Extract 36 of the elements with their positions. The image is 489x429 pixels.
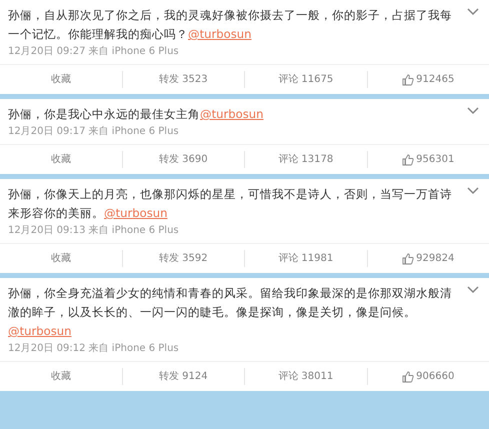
chevron-down-icon[interactable] xyxy=(467,286,479,294)
repost-button[interactable]: 转发 3523 xyxy=(158,72,208,87)
comment-button[interactable]: 评论 11981 xyxy=(278,251,334,266)
mention-link[interactable]: @turbosun xyxy=(8,324,72,338)
chevron-down-icon[interactable] xyxy=(467,187,479,195)
post-meta: 12月20日 09:13 来自 iPhone 6 Plus xyxy=(8,224,180,238)
post-meta: 12月20日 09:17 来自 iPhone 6 Plus xyxy=(8,124,180,139)
post-meta: 12月20日 09:12 来自 iPhone 6 Plus xyxy=(8,342,180,356)
like-button[interactable]: 929824 xyxy=(402,251,454,266)
post-text: 孙俪，你像天上的月亮，也像那闪烁的星星，可惜我不是诗人，否则，当写一万首诗来形容你的美丽。@turbosun xyxy=(8,186,453,222)
repost-button[interactable]: 转发 3592 xyxy=(158,251,208,266)
mention-link[interactable]: @turbosun xyxy=(104,206,168,220)
like-button[interactable]: 906660 xyxy=(402,369,454,384)
comment-button[interactable]: 评论 11675 xyxy=(278,72,334,87)
comment-button[interactable]: 评论 38011 xyxy=(278,369,334,384)
comment-button[interactable]: 评论 13178 xyxy=(278,152,334,167)
like-button[interactable]: 956301 xyxy=(402,152,454,167)
thumbs-up-icon xyxy=(402,370,414,382)
favorite-button[interactable]: 收藏 xyxy=(50,369,71,384)
thumbs-up-icon xyxy=(402,252,414,264)
favorite-button[interactable]: 收藏 xyxy=(50,72,71,87)
repost-button[interactable]: 转发 9124 xyxy=(158,369,208,384)
mention-link[interactable]: @turbosun xyxy=(200,107,264,121)
post-text: 孙俪，你是我心中永远的最佳女主角@turbosun xyxy=(8,106,264,123)
post-text: 孙俪，自从那次见了你之后，我的灵魂好像被你摄去了一般，你的影子，占据了我每一个记忆。你能理解我的痴心吗？@turbosun xyxy=(8,7,453,43)
favorite-button[interactable]: 收藏 xyxy=(50,251,71,266)
favorite-button[interactable]: 收藏 xyxy=(50,152,71,167)
post-meta: 12月20日 09:27 来自 iPhone 6 Plus xyxy=(8,44,180,59)
post-text: 孙俪，你全身充溢着少女的纯情和青春的风采。留给我印象最深的是你那双湖水般清澈的眸子，以及长长的、一闪一闪的睫毛。像是探询，像是关切，像是问候。 @turbosun xyxy=(8,285,453,340)
repost-button[interactable]: 转发 3690 xyxy=(158,152,208,167)
like-button[interactable]: 912465 xyxy=(402,72,454,87)
chevron-down-icon[interactable] xyxy=(467,8,479,16)
mention-link[interactable]: @turbosun xyxy=(188,27,252,41)
thumbs-up-icon xyxy=(402,154,414,166)
chevron-down-icon[interactable] xyxy=(467,107,479,115)
thumbs-up-icon xyxy=(402,74,414,86)
